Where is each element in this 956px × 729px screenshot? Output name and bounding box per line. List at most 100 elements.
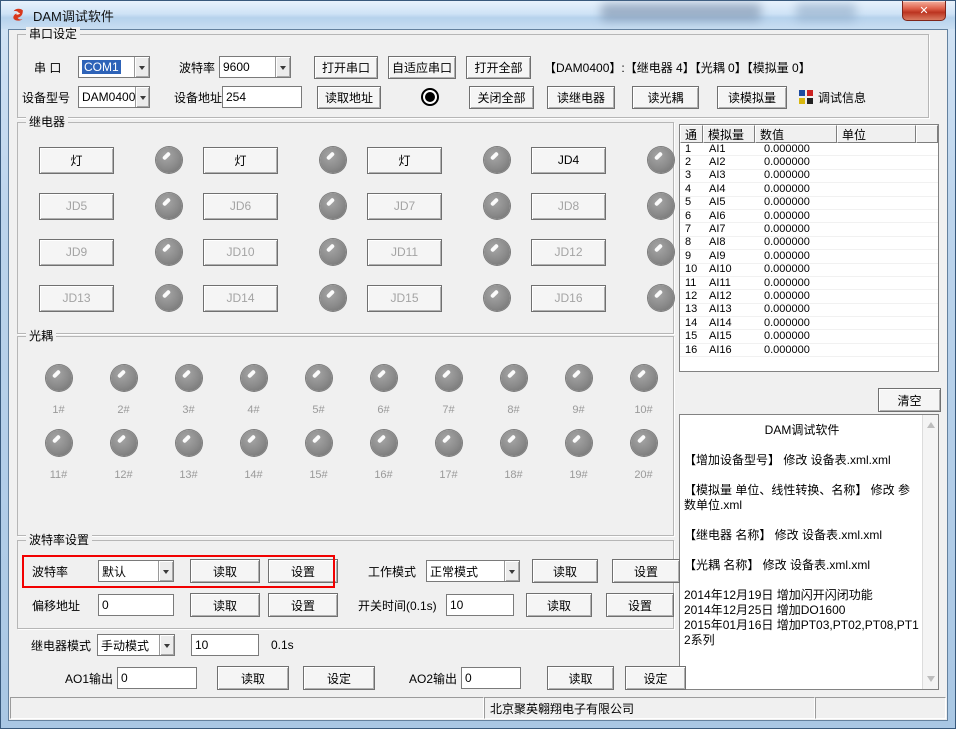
baud-set-button[interactable]: 设置	[268, 559, 338, 583]
opto-led-indicator	[241, 365, 267, 391]
relay-button[interactable]: JD8	[531, 193, 606, 220]
table-row[interactable]: 15 AI15 0.000000	[680, 330, 938, 343]
table-row[interactable]: 6 AI6 0.000000	[680, 210, 938, 223]
read-opto-button[interactable]: 读光耦	[632, 86, 699, 109]
opto-cell: 10#	[611, 365, 676, 416]
log-line: 2015年01月16日 增加PT03,PT02,PT08,PT12系列	[684, 618, 920, 648]
relay-button[interactable]: 灯	[203, 147, 278, 174]
model-select[interactable]: DAM0400	[78, 86, 150, 108]
work-mode-select[interactable]: 正常模式	[426, 560, 520, 582]
table-row[interactable]: 14 AI14 0.000000	[680, 317, 938, 330]
dropdown-button[interactable]	[158, 561, 173, 581]
opto-label: 14#	[244, 469, 262, 481]
opto-label: 4#	[247, 404, 259, 416]
port-select[interactable]: COM1	[78, 56, 150, 78]
work-mode-set-button[interactable]: 设置	[612, 559, 680, 583]
clear-button[interactable]: 清空	[878, 388, 941, 412]
relay-led-indicator	[484, 239, 510, 265]
relay-button[interactable]: JD16	[531, 285, 606, 312]
switch-time-set-button[interactable]: 设置	[606, 593, 674, 617]
offset-set-button[interactable]: 设置	[268, 593, 338, 617]
close-button[interactable]: ✕	[902, 1, 946, 21]
scrollbar[interactable]	[922, 415, 938, 689]
opto-cell: 8#	[481, 365, 546, 416]
relay-button[interactable]: JD9	[39, 239, 114, 266]
opto-cell: 12#	[91, 430, 156, 481]
header-value[interactable]: 数值	[755, 125, 837, 143]
relay-button[interactable]: 灯	[39, 147, 114, 174]
opto-label: 8#	[507, 404, 519, 416]
table-row[interactable]: 1 AI1 0.000000	[680, 143, 938, 156]
read-relay-button[interactable]: 读继电器	[547, 86, 615, 109]
relay-led-indicator	[648, 285, 674, 311]
dropdown-button[interactable]	[275, 57, 290, 77]
switch-time-read-button[interactable]: 读取	[526, 593, 592, 617]
ao1-set-button[interactable]: 设定	[303, 666, 375, 690]
titlebar[interactable]: DAM调试软件 ✕	[1, 1, 955, 29]
relay-button[interactable]: JD11	[367, 239, 442, 266]
device-address-input[interactable]	[222, 86, 302, 108]
read-address-button[interactable]: 读取地址	[317, 86, 381, 109]
opto-led-indicator	[46, 365, 72, 391]
table-row[interactable]: 10 AI10 0.000000	[680, 264, 938, 277]
offset-input[interactable]	[98, 594, 174, 616]
header-unit[interactable]: 单位	[837, 125, 916, 143]
table-row[interactable]: 7 AI7 0.000000	[680, 223, 938, 236]
relay-button[interactable]: JD12	[531, 239, 606, 266]
dropdown-button[interactable]	[159, 635, 174, 655]
open-all-button[interactable]: 打开全部	[466, 56, 531, 79]
table-row[interactable]: 8 AI8 0.000000	[680, 237, 938, 250]
cell-name: AI10	[703, 263, 755, 276]
adaptive-serial-button[interactable]: 自适应串口	[388, 56, 456, 79]
relay-button[interactable]: JD10	[203, 239, 278, 266]
offset-read-button[interactable]: 读取	[190, 593, 260, 617]
relay-button[interactable]: JD6	[203, 193, 278, 220]
open-serial-button[interactable]: 打开串口	[314, 56, 378, 79]
table-row[interactable]: 13 AI13 0.000000	[680, 304, 938, 317]
close-all-button[interactable]: 关闭全部	[469, 86, 534, 109]
switch-time-input[interactable]	[446, 594, 514, 616]
relay-mode-select[interactable]: 手动模式	[97, 634, 175, 656]
table-row[interactable]: 2 AI2 0.000000	[680, 156, 938, 169]
relay-button[interactable]: JD13	[39, 285, 114, 312]
relay-led-indicator	[648, 193, 674, 219]
relay-button[interactable]: JD4	[531, 147, 606, 174]
table-row[interactable]: 5 AI5 0.000000	[680, 197, 938, 210]
ao2-input[interactable]	[461, 667, 521, 689]
ao1-read-button[interactable]: 读取	[217, 666, 289, 690]
relay-button[interactable]: JD14	[203, 285, 278, 312]
dropdown-button[interactable]	[504, 561, 519, 581]
ao2-read-button[interactable]: 读取	[547, 666, 614, 690]
relay-mode-time-input[interactable]	[191, 634, 259, 656]
log-line: 2014年12月25日 增加DO1600	[684, 603, 920, 618]
dropdown-button[interactable]	[134, 57, 149, 77]
cell-name: AI16	[703, 344, 755, 357]
dropdown-button[interactable]	[135, 87, 149, 107]
cell-value: 0.000000	[755, 263, 837, 276]
table-row[interactable]: 11 AI11 0.000000	[680, 277, 938, 290]
table-row[interactable]: 12 AI12 0.000000	[680, 290, 938, 303]
opto-label: 13#	[179, 469, 197, 481]
baud-setting-select[interactable]: 默认	[98, 560, 174, 582]
baud-read-button[interactable]: 读取	[190, 559, 260, 583]
table-row[interactable]: 3 AI3 0.000000	[680, 170, 938, 183]
table-row[interactable]: 16 AI16 0.000000	[680, 344, 938, 357]
relay-button[interactable]: JD7	[367, 193, 442, 220]
ao2-set-button[interactable]: 设定	[625, 666, 686, 690]
work-mode-read-button[interactable]: 读取	[532, 559, 598, 583]
header-channel[interactable]: 通	[680, 125, 703, 143]
debug-info-label[interactable]: 调试信息	[818, 89, 866, 106]
opto-cell: 7#	[416, 365, 481, 416]
scroll-down-icon[interactable]	[927, 676, 935, 686]
baud-select[interactable]: 9600	[219, 56, 291, 78]
relay-button[interactable]: 灯	[367, 147, 442, 174]
read-analog-button[interactable]: 读模拟量	[717, 86, 787, 109]
ao1-input[interactable]	[117, 667, 197, 689]
header-analog[interactable]: 模拟量	[703, 125, 755, 143]
scroll-up-icon[interactable]	[927, 418, 935, 428]
relay-button[interactable]: JD5	[39, 193, 114, 220]
baud-label: 波特率	[179, 59, 219, 76]
relay-button[interactable]: JD15	[367, 285, 442, 312]
table-row[interactable]: 4 AI4 0.000000	[680, 183, 938, 196]
table-row[interactable]: 9 AI9 0.000000	[680, 250, 938, 263]
